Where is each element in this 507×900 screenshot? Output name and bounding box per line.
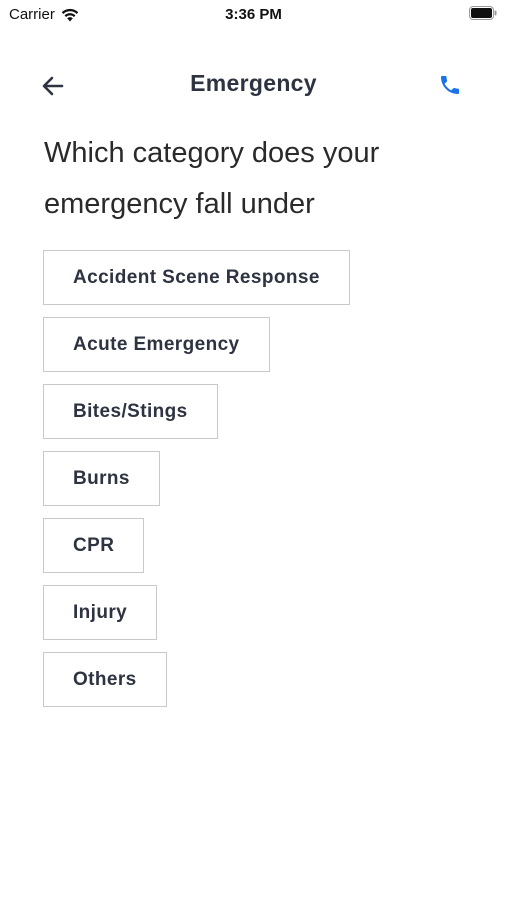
category-button-burns[interactable]: Burns: [43, 451, 160, 506]
category-question: Which category does your emergency fall …: [44, 137, 380, 220]
phone-icon: [441, 76, 459, 94]
status-bar: Carrier 3:36 PM: [0, 0, 507, 28]
category-button-others[interactable]: Others: [43, 652, 167, 707]
category-button-acute-emergency[interactable]: Acute Emergency: [43, 317, 270, 372]
category-list: Accident Scene Response Acute Emergency …: [43, 250, 350, 707]
category-button-injury[interactable]: Injury: [43, 585, 158, 640]
page-title: Emergency: [190, 70, 317, 96]
category-button-accident-scene-response[interactable]: Accident Scene Response: [43, 250, 350, 305]
status-time: 3:36 PM: [225, 6, 282, 23]
battery-icon: [469, 6, 497, 20]
app-header: Emergency: [0, 60, 507, 110]
category-button-cpr[interactable]: CPR: [43, 518, 145, 573]
call-button[interactable]: [435, 70, 465, 100]
category-button-bites-stings[interactable]: Bites/Stings: [43, 384, 218, 439]
